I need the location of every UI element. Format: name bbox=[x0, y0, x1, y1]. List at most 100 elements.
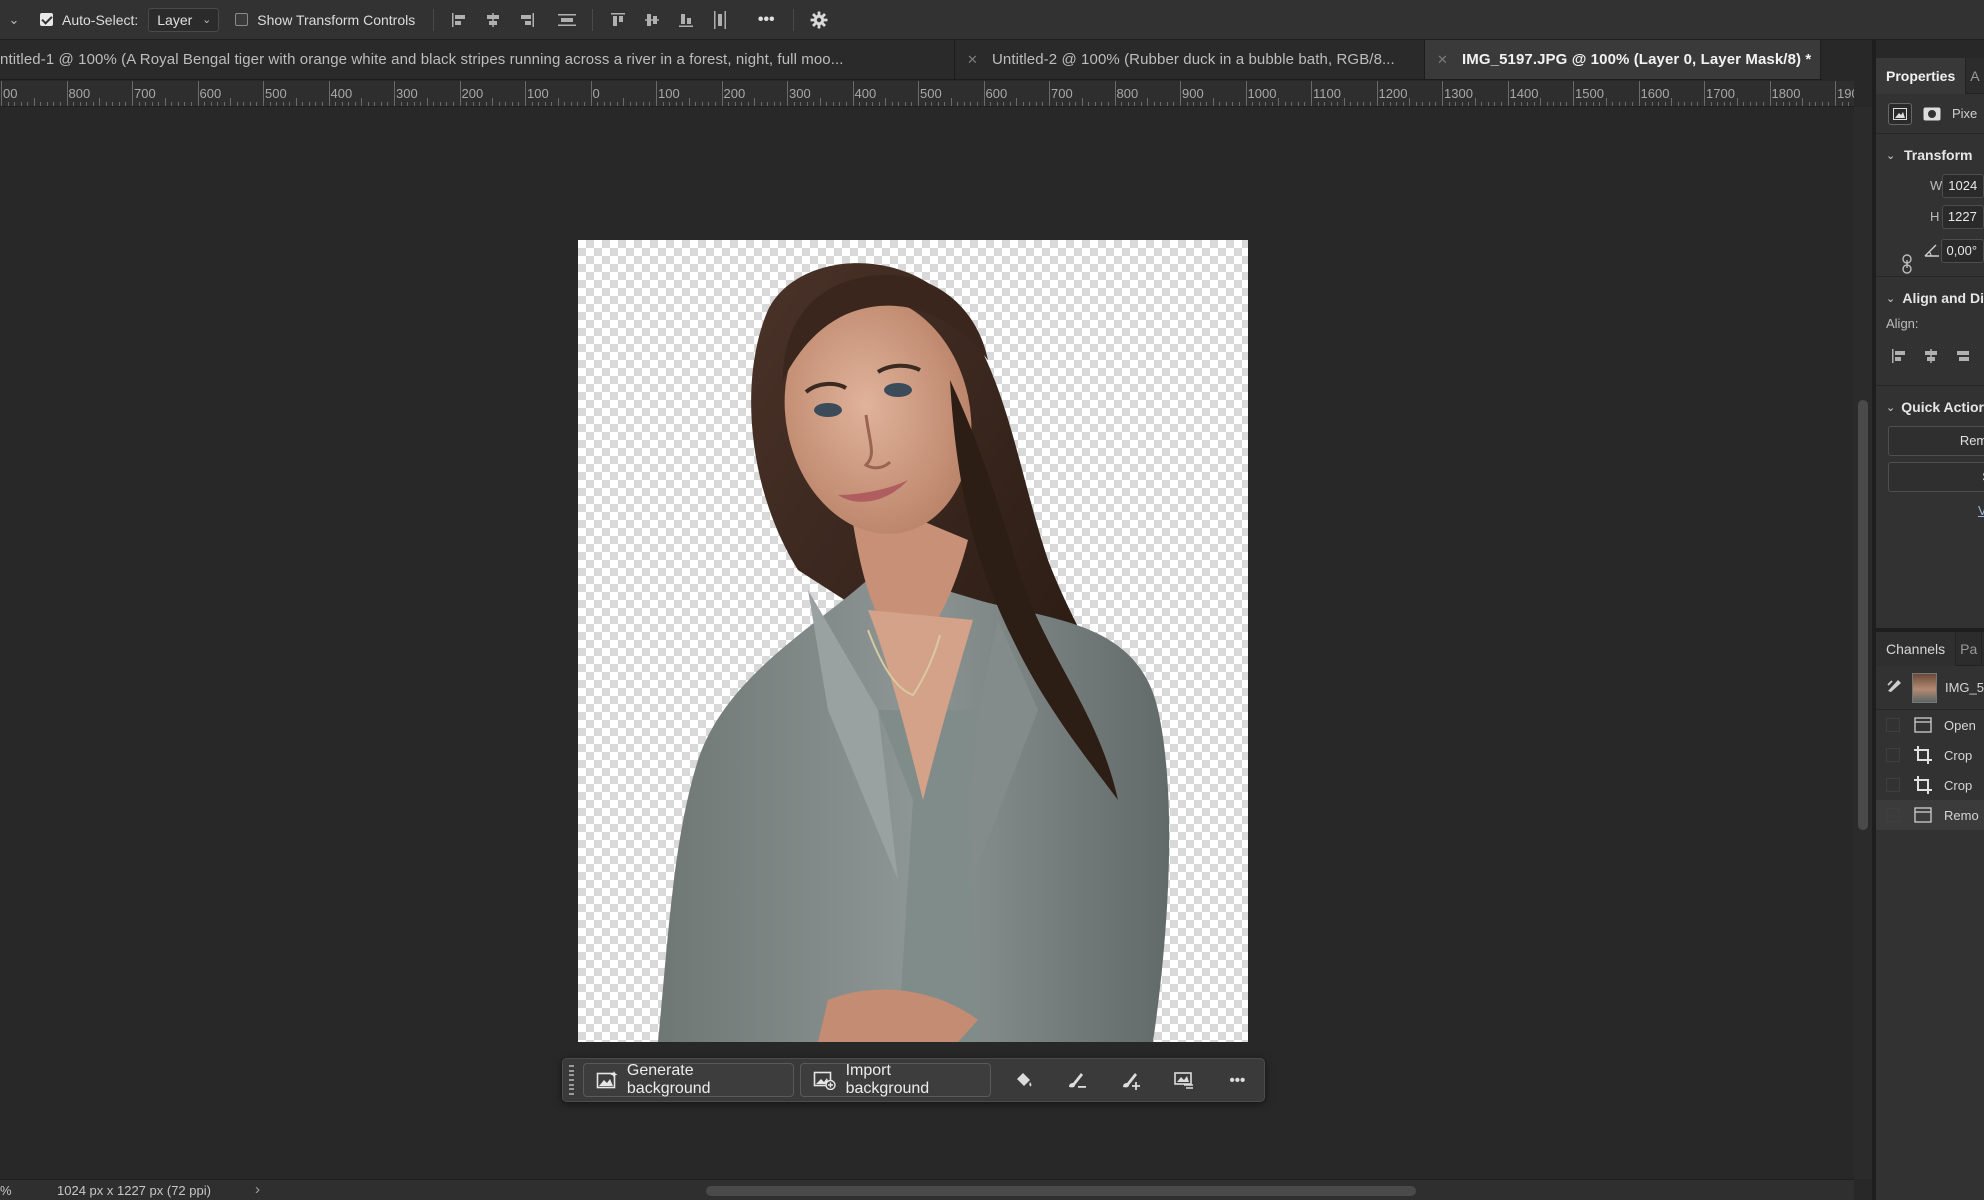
width-input[interactable]: 1024 bbox=[1942, 173, 1984, 198]
more-options-icon[interactable]: ••• bbox=[749, 8, 783, 32]
ruler-tick bbox=[276, 102, 278, 106]
history-state-checkbox[interactable] bbox=[1886, 808, 1900, 822]
zoom-level[interactable]: % bbox=[0, 1183, 12, 1198]
drag-handle-icon[interactable] bbox=[567, 1064, 577, 1096]
align-right-edges-icon[interactable] bbox=[1954, 347, 1972, 368]
gear-icon[interactable] bbox=[802, 8, 836, 32]
align-section-header[interactable]: ⌄ Align and Di bbox=[1876, 283, 1984, 313]
tab-paths[interactable]: Pa bbox=[1956, 631, 1983, 666]
ruler-tick bbox=[662, 102, 664, 106]
history-item[interactable]: Open bbox=[1876, 710, 1984, 740]
ruler-tick bbox=[433, 102, 435, 106]
ruler-tick bbox=[269, 102, 271, 106]
align-vertical-centers-icon[interactable] bbox=[635, 8, 669, 32]
paint-bucket-icon[interactable] bbox=[997, 1063, 1050, 1097]
distribute-vertical-icon[interactable] bbox=[550, 8, 584, 32]
brush-add-icon[interactable] bbox=[1104, 1063, 1157, 1097]
remove-background-button[interactable]: Remov bbox=[1888, 426, 1984, 456]
tool-preset-chevron-icon[interactable]: ⌄ bbox=[0, 12, 28, 28]
ruler-tick bbox=[452, 102, 454, 106]
horizontal-scrollbar-thumb[interactable] bbox=[706, 1186, 1416, 1196]
import-background-button[interactable]: Import background bbox=[799, 1062, 992, 1097]
tab-untitled-2[interactable]: ✕ Untitled-2 @ 100% (Rubber duck in a bu… bbox=[955, 40, 1425, 79]
ruler-tick bbox=[1546, 102, 1548, 106]
layer-mask-icon[interactable] bbox=[1920, 103, 1944, 125]
tab-untitled-1[interactable]: ntitled-1 @ 100% (A Royal Bengal tiger w… bbox=[0, 40, 955, 79]
angle-input[interactable]: 0,00° bbox=[1940, 239, 1984, 263]
ruler-tick bbox=[904, 102, 906, 106]
show-transform-checkbox[interactable] bbox=[235, 13, 249, 26]
ruler-tick bbox=[1206, 102, 1208, 106]
tab-channels[interactable]: Channels bbox=[1876, 631, 1957, 666]
status-menu-chevron-icon[interactable]: › bbox=[255, 1181, 260, 1198]
ruler-label: 1200 bbox=[1378, 86, 1408, 101]
mask-options-icon[interactable] bbox=[1157, 1063, 1210, 1097]
ruler-tick bbox=[1068, 102, 1070, 106]
history-state-checkbox[interactable] bbox=[1886, 778, 1900, 792]
ruler-tick bbox=[747, 102, 749, 106]
distribute-horizontal-icon[interactable] bbox=[703, 8, 737, 32]
ruler-tick bbox=[204, 102, 206, 106]
ruler-tick bbox=[439, 102, 441, 106]
history-state-checkbox[interactable] bbox=[1886, 718, 1900, 732]
ruler-tick bbox=[1520, 102, 1522, 106]
ruler-tick bbox=[1756, 102, 1758, 106]
link-icon[interactable] bbox=[1902, 254, 1912, 277]
align-horizontal-centers-icon[interactable] bbox=[1922, 347, 1940, 368]
ruler-tick bbox=[1356, 102, 1358, 106]
ruler-tick bbox=[1455, 102, 1457, 106]
ruler-tick bbox=[1592, 102, 1594, 106]
ruler-tick bbox=[1350, 102, 1352, 106]
view-more-link[interactable]: V bbox=[1876, 498, 1984, 524]
close-icon[interactable]: ✕ bbox=[967, 52, 978, 68]
auto-select-target-select[interactable]: Layer ⌄ bbox=[148, 7, 220, 32]
generate-background-button[interactable]: Generate background bbox=[582, 1062, 794, 1097]
tab-adjustments[interactable]: A bbox=[1966, 58, 1984, 94]
history-snapshot-row[interactable]: IMG_5 bbox=[1876, 666, 1984, 710]
ruler-tick bbox=[1802, 98, 1804, 106]
ruler-tick bbox=[780, 102, 782, 106]
ruler-tick bbox=[249, 102, 251, 106]
pixel-layer-icon[interactable] bbox=[1888, 102, 1912, 125]
ruler-tick bbox=[243, 102, 245, 106]
align-left-edges-icon[interactable] bbox=[1890, 347, 1908, 368]
ruler-label: 400 bbox=[854, 86, 877, 101]
ruler-tick bbox=[1049, 81, 1050, 106]
brush-subtract-icon[interactable] bbox=[1050, 1063, 1103, 1097]
tab-properties[interactable]: Properties bbox=[1876, 58, 1967, 94]
horizontal-ruler[interactable]: 00 800 700 600 500 400 300 200 100 0 100 200 300 400 5… bbox=[0, 81, 1854, 107]
tab-title: ntitled-1 @ 100% (A Royal Bengal tiger w… bbox=[0, 51, 844, 68]
select-subject-button[interactable]: Sel bbox=[1888, 462, 1984, 492]
align-top-edges-icon[interactable] bbox=[601, 8, 635, 32]
ruler-tick bbox=[1553, 102, 1555, 106]
history-item[interactable]: Crop bbox=[1876, 740, 1984, 770]
more-actions-icon[interactable]: ••• bbox=[1211, 1063, 1264, 1097]
align-bottom-edges-icon[interactable] bbox=[669, 8, 703, 32]
vertical-scrollbar-thumb[interactable] bbox=[1858, 400, 1868, 830]
ruler-tick bbox=[66, 81, 68, 106]
ruler-tick bbox=[551, 102, 553, 106]
document-image[interactable] bbox=[578, 240, 1248, 1042]
align-right-edges-icon[interactable] bbox=[510, 8, 544, 32]
close-icon[interactable]: ✕ bbox=[1437, 52, 1448, 68]
quick-actions-section-header[interactable]: ⌄ Quick Actior bbox=[1876, 392, 1984, 422]
ruler-tick bbox=[472, 102, 474, 106]
auto-select-checkbox[interactable] bbox=[40, 13, 53, 26]
ruler-tick bbox=[164, 98, 166, 106]
ruler-tick bbox=[59, 102, 61, 106]
align-horizontal-centers-icon[interactable] bbox=[476, 8, 510, 32]
canvas-area[interactable] bbox=[0, 107, 1854, 1179]
history-state-checkbox[interactable] bbox=[1886, 748, 1900, 762]
tab-img-5197[interactable]: ✕ IMG_5197.JPG @ 100% (Layer 0, Layer Ma… bbox=[1425, 40, 1821, 79]
history-item[interactable]: Crop bbox=[1876, 770, 1984, 800]
ruler-tick bbox=[158, 102, 160, 106]
ruler-tick bbox=[1199, 102, 1201, 106]
ruler-tick bbox=[813, 102, 815, 106]
align-left-edges-icon[interactable] bbox=[442, 8, 476, 32]
height-input[interactable]: 1227 bbox=[1941, 204, 1984, 229]
history-item-active[interactable]: Remo bbox=[1876, 800, 1984, 830]
transform-section-header[interactable]: ⌄ Transform bbox=[1876, 140, 1984, 170]
ruler-tick bbox=[105, 102, 107, 106]
ruler-tick bbox=[1645, 102, 1647, 106]
ruler-tick bbox=[1107, 102, 1109, 106]
